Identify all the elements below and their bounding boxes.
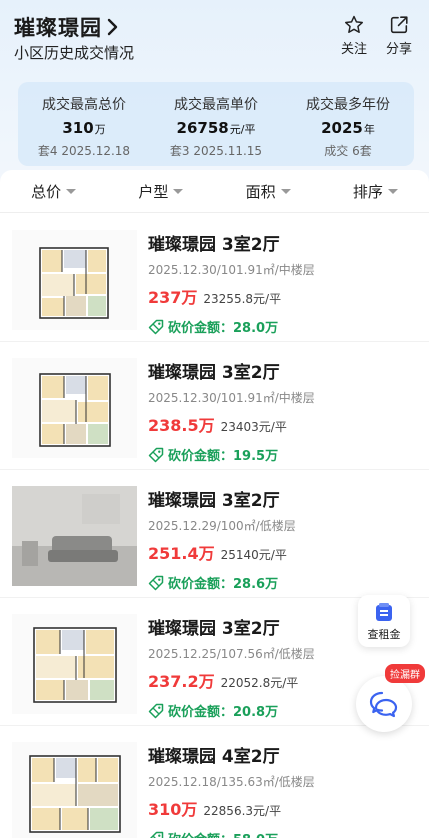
- list-item[interactable]: 璀璨璟园 3室2厅 2025.12.30/101.91㎡/中楼层 238.5万 2…: [0, 342, 429, 470]
- share-button[interactable]: 分享: [379, 14, 419, 57]
- list-item[interactable]: 璀璨璟园 4室2厅 2025.12.18/135.63㎡/低楼层 310万 228…: [0, 726, 429, 838]
- stat-max-unit-price: 成交最高单价 26758元/平 套3 2025.11.15: [150, 82, 282, 166]
- listing-price: 251.4万: [148, 544, 215, 563]
- stat-label: 成交最高单价: [174, 97, 258, 113]
- floorplan-image: [12, 614, 137, 714]
- listing-meta: 2025.12.25/107.56㎡/低楼层: [148, 647, 315, 661]
- stat-label: 成交最高总价: [42, 97, 126, 113]
- caret-down-icon: [66, 188, 77, 194]
- listing-price: 237.2万: [148, 672, 215, 691]
- listing-meta: 2025.12.30/101.91㎡/中楼层: [148, 391, 315, 405]
- chat-badge: 捡漏群: [385, 664, 425, 683]
- follow-label: 关注: [340, 42, 367, 57]
- caret-down-icon: [173, 188, 184, 194]
- filter-bar: 总价 户型 面积 排序: [0, 170, 429, 212]
- listing-price: 237万: [148, 288, 198, 307]
- share-icon: [390, 16, 408, 34]
- listing-price: 238.5万: [148, 416, 215, 435]
- stat-value: 2025年: [321, 119, 375, 137]
- stat-value: 26758元/平: [176, 119, 256, 137]
- listing-price: 310万: [148, 800, 198, 819]
- floorplan-image: [12, 358, 137, 458]
- price-tag-icon: [148, 447, 164, 462]
- stat-sub: 套4 2025.12.18: [37, 144, 131, 158]
- filter-area[interactable]: 面积: [215, 170, 322, 212]
- bargain-amount: 砍价金额：28.0万: [148, 317, 418, 336]
- stat-sub: 成交 6套: [324, 144, 372, 158]
- price-tag-icon: [148, 575, 164, 590]
- stat-value: 310万: [62, 119, 106, 137]
- stat-max-total-price: 成交最高总价 310万 套4 2025.12.18: [18, 82, 150, 166]
- check-rent-button[interactable]: 查租金: [358, 595, 410, 647]
- listing-unit-price: 25140元/平: [220, 548, 287, 562]
- share-label: 分享: [385, 42, 412, 57]
- room-photo-image: [12, 486, 137, 586]
- listing-meta: 2025.12.18/135.63㎡/低楼层: [148, 775, 315, 789]
- floorplan-image: [12, 742, 137, 838]
- floorplan-image: [12, 230, 137, 330]
- filter-total-price[interactable]: 总价: [0, 170, 107, 212]
- stat-sub: 套3 2025.11.15: [169, 144, 263, 158]
- price-tag-icon: [148, 319, 164, 334]
- filter-sort[interactable]: 排序: [322, 170, 429, 212]
- page-subtitle: 小区历史成交情况: [14, 44, 135, 62]
- listing-unit-price: 22052.8元/平: [220, 676, 299, 690]
- filter-layout[interactable]: 户型: [107, 170, 214, 212]
- listing-name: 璀璨璟园 3室2厅: [148, 491, 280, 511]
- list-item[interactable]: 璀璨璟园 3室2厅 2025.12.30/101.91㎡/中楼层 237万 232…: [0, 214, 429, 342]
- caret-down-icon: [387, 188, 398, 194]
- stats-card: 成交最高总价 310万 套4 2025.12.18 成交最高单价 26758元/…: [18, 82, 414, 166]
- caret-down-icon: [280, 188, 291, 194]
- chevron-right-icon: [107, 18, 118, 36]
- chat-bubble-icon: [369, 691, 398, 718]
- listing-name: 璀璨璟园 3室2厅: [148, 235, 280, 255]
- listing-meta: 2025.12.30/101.91㎡/中楼层: [148, 263, 315, 277]
- listing-unit-price: 22856.3元/平: [203, 804, 282, 818]
- bargain-amount: 砍价金额：28.6万: [148, 573, 418, 592]
- stat-label: 成交最多年份: [306, 97, 390, 113]
- stat-top-year: 成交最多年份 2025年 成交 6套: [282, 82, 414, 166]
- check-rent-label: 查租金: [367, 628, 401, 641]
- bargain-amount: 砍价金额：19.5万: [148, 445, 418, 464]
- price-tag-icon: [148, 703, 164, 718]
- list-item[interactable]: 璀璨璟园 3室2厅 2025.12.29/100㎡/低楼层 251.4万 2514…: [0, 470, 429, 598]
- chat-group-button[interactable]: [356, 676, 412, 732]
- bargain-amount: 砍价金额：58.0万: [148, 829, 418, 838]
- listing-name: 璀璨璟园 4室2厅: [148, 747, 280, 767]
- listing-name: 璀璨璟园 3室2厅: [148, 363, 280, 383]
- title-link[interactable]: 璀璨璟园: [14, 12, 120, 42]
- follow-button[interactable]: 关注: [334, 14, 374, 57]
- page-title: 璀璨璟园: [14, 16, 102, 40]
- building-icon: [376, 603, 392, 621]
- star-icon: [345, 15, 363, 33]
- listing-unit-price: 23403元/平: [220, 420, 287, 434]
- listing-meta: 2025.12.29/100㎡/低楼层: [148, 519, 296, 533]
- price-tag-icon: [149, 831, 164, 838]
- listing-unit-price: 23255.8元/平: [203, 292, 282, 306]
